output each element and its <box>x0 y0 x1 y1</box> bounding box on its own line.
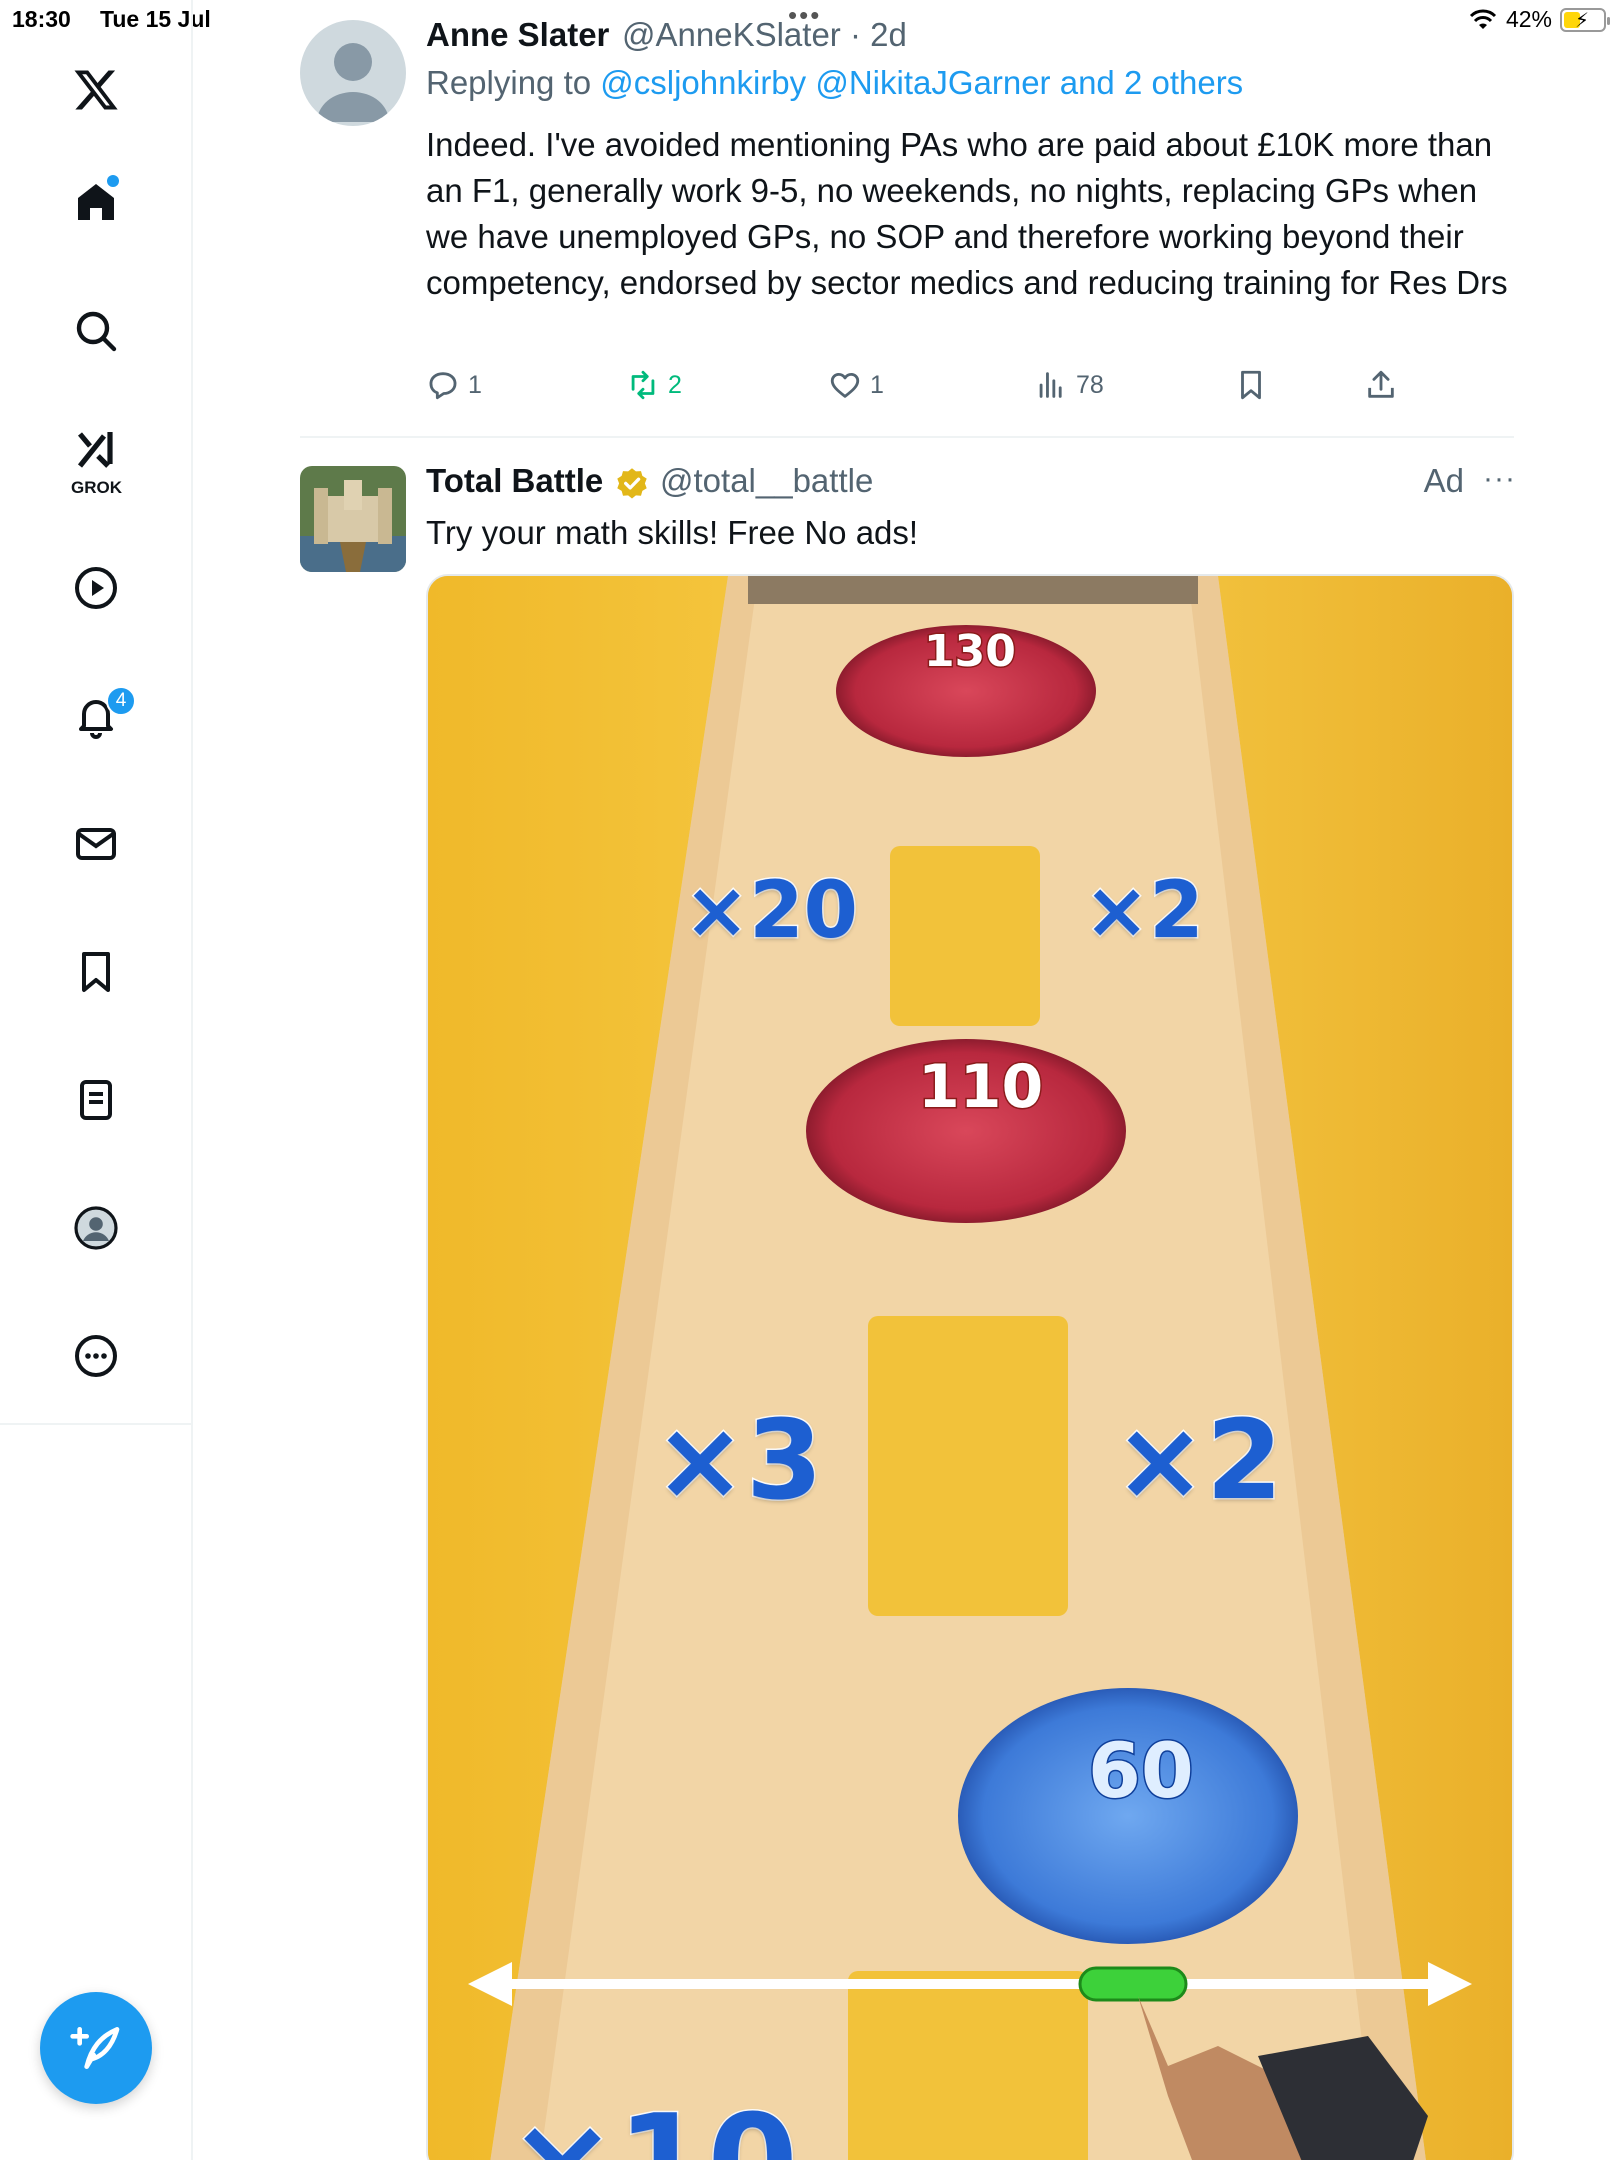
reply-button[interactable]: 1 <box>426 368 482 402</box>
reply-icon <box>429 372 457 400</box>
repost-icon <box>631 370 655 400</box>
ad-media[interactable]: 130 ×20 ×2 110 ×3 ×2 60 ×10 <box>426 574 1514 2160</box>
game-scene <box>428 576 1512 2160</box>
charging-icon: ⚡ <box>1575 9 1590 32</box>
mail-icon[interactable] <box>70 818 122 870</box>
gate-right-1: ×2 <box>1083 865 1206 958</box>
avatar[interactable] <box>300 20 406 126</box>
search-icon[interactable] <box>70 305 122 357</box>
compose-icon <box>70 2027 120 2069</box>
notification-badge: 4 <box>106 686 136 716</box>
gate-bottom: ×10 <box>507 2085 800 2160</box>
share-button[interactable] <box>1364 368 1398 402</box>
sidebar-nav: GROK 4 <box>0 0 193 1425</box>
more-icon[interactable] <box>70 1330 122 1382</box>
sidebar-border <box>191 1425 193 2160</box>
video-icon[interactable] <box>70 562 122 614</box>
views-button[interactable]: 78 <box>1034 368 1104 402</box>
lists-icon[interactable] <box>70 1074 122 1126</box>
replying-to: Replying to @csljohnkirby @NikitaJGarner… <box>426 64 1243 102</box>
tweet-actions: 1 2 1 78 <box>426 366 1526 410</box>
share-icon <box>1368 370 1394 398</box>
grok-icon[interactable] <box>70 424 122 476</box>
compose-button[interactable] <box>40 1992 152 2104</box>
like-count: 1 <box>870 370 884 399</box>
gate-left-2: ×3 <box>653 1395 825 1526</box>
gate-right-2: ×2 <box>1113 1395 1285 1526</box>
author-handle[interactable]: @AnneKSlater <box>622 16 841 54</box>
verified-badge-icon <box>617 468 647 499</box>
replying-prefix: Replying to <box>426 64 601 101</box>
advertiser-avatar[interactable] <box>300 466 406 572</box>
advertiser-name[interactable]: Total Battle <box>426 462 603 500</box>
views-count: 78 <box>1076 370 1104 399</box>
tweet-divider <box>300 436 1514 438</box>
enemy-count-mid: 110 <box>916 1051 1044 1124</box>
profile-icon[interactable] <box>70 1202 122 1254</box>
bookmark-icon <box>1241 370 1261 400</box>
x-logo-icon[interactable] <box>70 64 122 116</box>
gate-left-1: ×20 <box>683 865 860 958</box>
advertiser-handle[interactable]: @total__battle <box>660 462 873 500</box>
more-options-icon[interactable]: ··· <box>1483 462 1516 496</box>
tweet-text: Indeed. I've avoided mentioning PAs who … <box>426 126 1508 301</box>
home-unread-dot <box>107 175 119 187</box>
like-button[interactable]: 1 <box>828 368 884 402</box>
repost-button[interactable]: 2 <box>626 368 682 402</box>
enemy-count-top: 130 <box>923 625 1018 679</box>
ad-text: Try your math skills! Free No ads! <box>426 514 919 551</box>
views-icon <box>1039 372 1062 398</box>
battery-icon: ⚡ <box>1560 7 1610 32</box>
player-army-count: 60 <box>1087 1725 1196 1817</box>
replying-to-link[interactable]: @csljohnkirby @NikitaJGarner and 2 other… <box>600 64 1243 101</box>
author-name[interactable]: Anne Slater <box>426 16 609 54</box>
ad-label: Ad <box>1423 462 1464 499</box>
bookmark-button[interactable] <box>1234 368 1268 402</box>
battery-percent: 42% <box>1505 6 1552 32</box>
repost-count: 2 <box>668 370 682 399</box>
heart-icon <box>830 372 860 398</box>
wifi-icon <box>1469 9 1497 29</box>
tweet-time[interactable]: · 2d <box>850 16 907 54</box>
bookmark-icon[interactable] <box>70 946 122 998</box>
grok-label: GROK <box>71 478 122 497</box>
reply-count: 1 <box>468 370 482 399</box>
